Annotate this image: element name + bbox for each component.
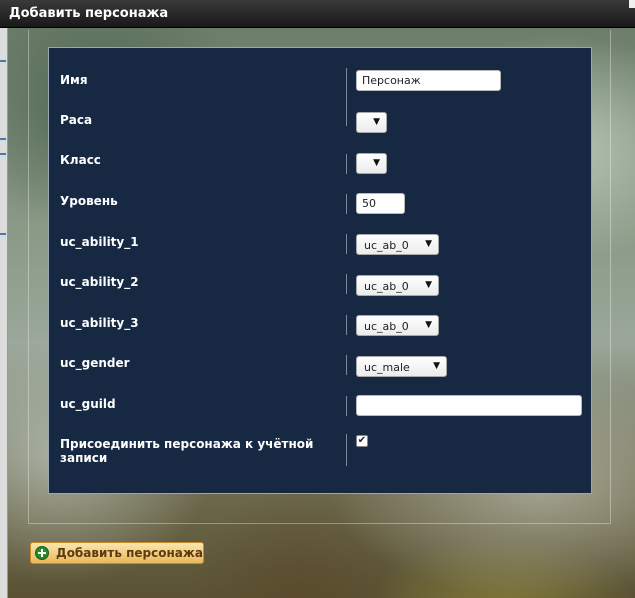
ability-2-select[interactable]: uc_ab_0 ▼: [356, 275, 439, 296]
column-divider: [346, 68, 347, 126]
column-divider: [346, 194, 347, 214]
background-page-blip: [0, 138, 6, 140]
column-divider: [346, 355, 347, 375]
character-form: Имя Персонаж Раса ▼ Класс ▼ Уровень 50 u…: [48, 47, 592, 494]
ability-2-select-value: uc_ab_0: [364, 280, 409, 293]
caret-down-icon: ▼: [425, 280, 432, 290]
ability-3-label: uc_ability_3: [60, 316, 139, 330]
ability-2-label: uc_ability_2: [60, 275, 139, 289]
add-character-button[interactable]: Добавить персонажа: [30, 542, 204, 564]
column-divider: [346, 274, 347, 294]
name-label: Имя: [60, 73, 88, 87]
ability-1-select-value: uc_ab_0: [364, 239, 409, 252]
attach-account-label: Присоединить персонажа к учётной записи: [60, 437, 314, 465]
caret-down-icon: ▼: [373, 117, 380, 127]
caret-down-icon: ▼: [425, 239, 432, 249]
close-icon[interactable]: [629, 0, 635, 8]
caret-down-icon: ▼: [425, 320, 432, 330]
add-character-dialog: Добавить персонажа Имя Персонаж Раса ▼ К…: [0, 0, 635, 598]
column-divider: [346, 434, 347, 466]
guild-input[interactable]: [356, 395, 582, 416]
background-page-edge: [0, 28, 8, 598]
dialog-title: Добавить персонажа: [9, 6, 169, 21]
ability-3-select[interactable]: uc_ab_0 ▼: [356, 315, 439, 336]
caret-down-icon: ▼: [373, 158, 380, 168]
plus-circle-icon: [35, 546, 49, 560]
dialog-titlebar[interactable]: Добавить персонажа: [0, 0, 635, 28]
add-character-button-label: Добавить персонажа: [56, 546, 203, 560]
caret-down-icon: ▼: [433, 361, 440, 371]
background-page-blip: [0, 60, 6, 62]
background-page-blip: [0, 233, 6, 235]
column-divider: [346, 396, 347, 416]
class-label: Класс: [60, 153, 101, 167]
class-select[interactable]: ▼: [356, 153, 387, 174]
column-divider: [346, 315, 347, 335]
column-divider: [346, 154, 347, 174]
race-label: Раса: [60, 113, 93, 127]
name-input[interactable]: Персонаж: [356, 70, 501, 91]
checkmark-icon: ✔: [357, 435, 367, 446]
ability-3-select-value: uc_ab_0: [364, 320, 409, 333]
level-label: Уровень: [60, 194, 118, 208]
gender-select[interactable]: uc_male ▼: [356, 356, 447, 377]
attach-account-checkbox[interactable]: ✔: [356, 435, 368, 447]
gender-label: uc_gender: [60, 356, 130, 370]
gender-select-value: uc_male: [364, 361, 410, 374]
level-input[interactable]: 50: [356, 193, 405, 214]
column-divider: [346, 234, 347, 254]
guild-label: uc_guild: [60, 397, 116, 411]
ability-1-label: uc_ability_1: [60, 235, 139, 249]
background-page-blip: [0, 153, 6, 155]
race-select[interactable]: ▼: [356, 112, 387, 133]
ability-1-select[interactable]: uc_ab_0 ▼: [356, 234, 439, 255]
